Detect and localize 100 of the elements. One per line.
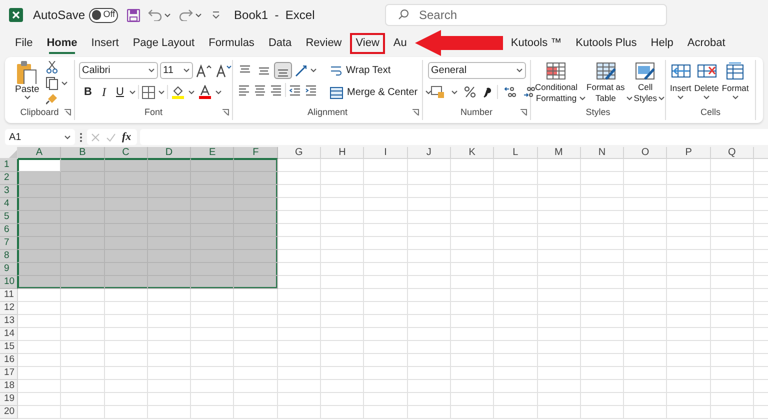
ribbon-tab[interactable]: Formulas xyxy=(202,32,260,54)
sheet-cell[interactable] xyxy=(18,185,62,198)
column-header[interactable]: J xyxy=(408,147,451,159)
column-header[interactable]: E xyxy=(191,147,234,159)
decrease-decimal-button[interactable] xyxy=(522,85,536,99)
borders-button[interactable] xyxy=(141,84,156,100)
sheet-cell[interactable] xyxy=(234,159,278,172)
row-header[interactable]: 19 xyxy=(0,393,18,406)
percent-button[interactable] xyxy=(463,85,477,99)
decrease-font-size-button[interactable] xyxy=(215,62,233,78)
sheet-cell[interactable] xyxy=(234,224,278,237)
sheet-cell[interactable] xyxy=(234,263,278,276)
ribbon-tab[interactable]: Au xyxy=(387,32,413,54)
row-header[interactable]: 17 xyxy=(0,367,18,380)
dialog-launcher-icon[interactable] xyxy=(520,109,527,116)
cells-button[interactable]: Format xyxy=(722,62,749,100)
row-header[interactable]: 20 xyxy=(0,406,18,419)
font-size-dropdown[interactable]: 11 xyxy=(160,62,193,79)
column-header[interactable]: M xyxy=(538,147,581,159)
row-header[interactable]: 3 xyxy=(0,185,18,198)
row-header[interactable]: 1 xyxy=(0,159,18,172)
column-header[interactable]: C xyxy=(104,147,148,159)
sheet-cell[interactable] xyxy=(18,224,62,237)
bold-button[interactable]: B xyxy=(81,84,95,100)
vertical-align-button[interactable] xyxy=(274,62,292,79)
enter-icon[interactable] xyxy=(106,132,116,142)
font-color-button[interactable] xyxy=(197,84,213,100)
column-header[interactable]: Q xyxy=(710,147,754,159)
ribbon-tab[interactable]: Help xyxy=(644,32,680,54)
column-header[interactable]: G xyxy=(278,147,322,159)
row-header[interactable]: 18 xyxy=(0,380,18,393)
ribbon-tab[interactable]: Kutools Plus xyxy=(570,32,643,54)
row-header[interactable]: 9 xyxy=(0,263,18,276)
sheet-cell[interactable] xyxy=(148,276,192,289)
cells-button[interactable]: Delete xyxy=(694,62,719,100)
underline-button[interactable]: U xyxy=(113,84,127,100)
ribbon-tab[interactable]: Data xyxy=(262,32,298,54)
sheet-cell[interactable] xyxy=(61,172,105,185)
italic-button[interactable]: I xyxy=(97,83,111,101)
sheet-cell[interactable] xyxy=(191,276,234,289)
sheet-cell[interactable] xyxy=(234,276,278,289)
ribbon-tab[interactable]: Insert xyxy=(85,32,125,54)
column-header[interactable]: I xyxy=(364,147,408,159)
column-header[interactable]: F xyxy=(234,147,278,159)
merge-center-button[interactable]: Merge & Center xyxy=(330,85,432,100)
sheet-cell[interactable] xyxy=(234,237,278,250)
number-format-dropdown[interactable]: General xyxy=(428,62,526,79)
row-header[interactable]: 8 xyxy=(0,250,18,263)
column-header[interactable]: K xyxy=(450,147,494,159)
sheet-cell[interactable] xyxy=(18,237,62,250)
column-header[interactable]: L xyxy=(494,147,538,159)
row-header[interactable]: 11 xyxy=(0,289,18,302)
ribbon-tab[interactable]: Home xyxy=(40,32,84,54)
sheet-cell[interactable] xyxy=(18,159,62,172)
row-header[interactable]: 15 xyxy=(0,341,18,354)
row-header[interactable]: 4 xyxy=(0,198,18,211)
row-header[interactable]: 10 xyxy=(0,276,18,289)
align-left-button[interactable] xyxy=(237,83,251,97)
style-button[interactable]: Conditional Formatting xyxy=(535,62,578,104)
sheet-cell[interactable] xyxy=(18,198,62,211)
sheet-cell[interactable] xyxy=(191,159,234,172)
cancel-icon[interactable] xyxy=(91,132,100,142)
center-button[interactable] xyxy=(253,83,267,97)
row-header[interactable]: 12 xyxy=(0,302,18,315)
sheet-cell[interactable] xyxy=(234,250,278,263)
increase-decimal-button[interactable] xyxy=(503,85,517,99)
undo-icon[interactable] xyxy=(148,9,162,21)
sheet-cell[interactable] xyxy=(234,198,278,211)
sheet-cell[interactable] xyxy=(234,185,278,198)
sheet-cell[interactable] xyxy=(18,211,62,224)
sheet-cell[interactable] xyxy=(18,263,62,276)
increase-font-size-button[interactable] xyxy=(195,62,213,78)
orientation-button[interactable] xyxy=(293,62,309,78)
align-right-button[interactable] xyxy=(269,83,283,97)
row-header[interactable]: 7 xyxy=(0,237,18,250)
ribbon-tab[interactable]: Review xyxy=(300,32,348,54)
sheet-cell[interactable] xyxy=(18,250,62,263)
accounting-format-button[interactable] xyxy=(430,85,446,99)
name-box[interactable]: A1 xyxy=(5,129,75,145)
sheet-cell[interactable] xyxy=(18,276,62,289)
row-header[interactable]: 13 xyxy=(0,315,18,328)
save-icon[interactable] xyxy=(127,8,140,22)
row-header[interactable]: 14 xyxy=(0,328,18,341)
style-button[interactable]: Format as Table xyxy=(586,62,625,104)
autosave-toggle[interactable]: Off xyxy=(89,8,118,22)
column-header[interactable]: O xyxy=(624,147,668,159)
ribbon-tab[interactable]: View xyxy=(350,32,386,54)
row-header[interactable]: 6 xyxy=(0,224,18,237)
sheet-cell[interactable] xyxy=(104,276,148,289)
row-header[interactable]: 16 xyxy=(0,354,18,367)
dialog-launcher-icon[interactable] xyxy=(64,109,71,116)
column-header[interactable]: B xyxy=(61,147,105,159)
ribbon-tab[interactable]: File xyxy=(9,32,39,54)
cells-button[interactable]: Insert xyxy=(670,62,692,100)
sheet-cell[interactable] xyxy=(61,159,105,172)
dialog-launcher-icon[interactable] xyxy=(412,109,419,116)
fill-color-button[interactable] xyxy=(170,84,186,100)
column-header[interactable]: H xyxy=(321,147,364,159)
sheet-cell[interactable] xyxy=(61,276,105,289)
search-field[interactable]: Search xyxy=(385,4,667,26)
